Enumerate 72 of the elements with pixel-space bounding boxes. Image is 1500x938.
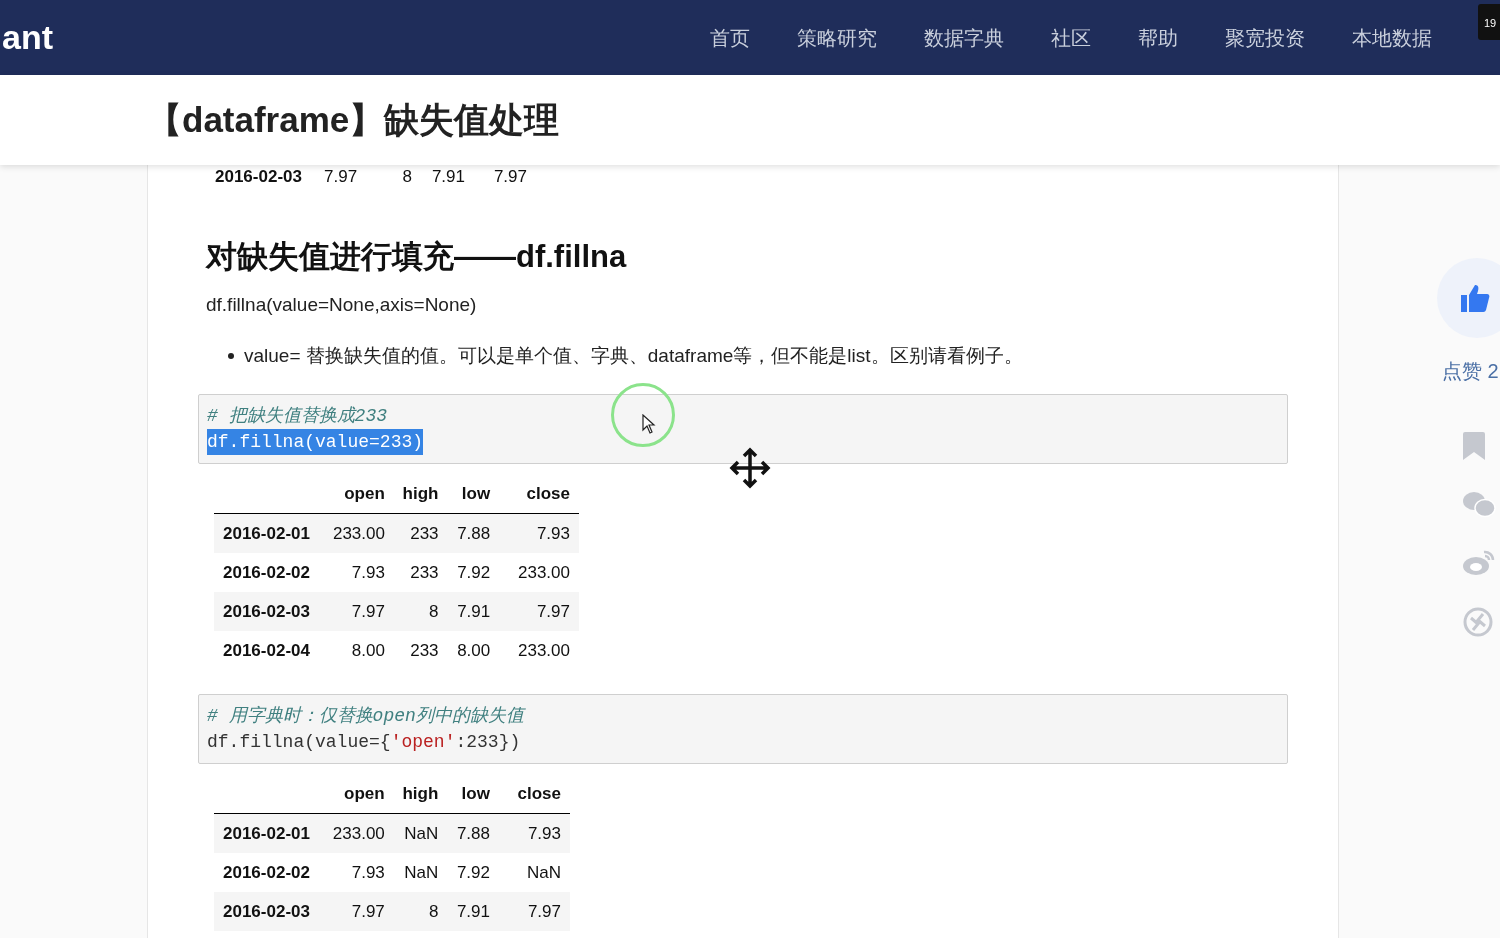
bookmark-icon[interactable] (1462, 432, 1486, 460)
table-cell-text: 7.92 (455, 861, 491, 884)
table-cell-text: NaN (403, 822, 440, 845)
row-index: 2016-02-03 (222, 600, 311, 623)
table-cell-text: 233 (409, 639, 440, 662)
table-cell-text: 7.93 (350, 861, 386, 884)
table-cell-text: NaN (525, 861, 562, 884)
row-index: 2016-02-04 (222, 639, 311, 662)
table-cell-text: 7.97 (492, 166, 528, 189)
table-cell-text: 8.00 (350, 639, 386, 662)
thumbs-up-icon (1459, 283, 1491, 313)
column-header: high (401, 782, 440, 805)
table-cell-text: 7.97 (350, 900, 386, 923)
code-line: df.fillna(value={'open':233}) (207, 731, 521, 754)
nav-link[interactable]: 聚宽投资 (1225, 22, 1305, 53)
function-signature: df.fillna(value=None,axis=None) (206, 293, 478, 317)
like-count: 点赞 2 (1442, 359, 1499, 384)
site-logo[interactable]: ant (2, 12, 53, 63)
table-cell-text: NaN (403, 861, 440, 884)
table-cell-text: 7.91 (455, 900, 491, 923)
table-cell-text: 7.92 (456, 561, 492, 584)
table-cell-text: 7.93 (350, 561, 386, 584)
table-cell-text: 233.00 (517, 561, 571, 584)
table-cell-text: 233.00 (331, 822, 386, 845)
table-cell-text: 7.97 (324, 166, 359, 189)
code-comment: # 用字典时：仅替换open列中的缺失值 (207, 705, 524, 728)
column-header: open (343, 782, 386, 805)
column-header: close (525, 482, 571, 505)
table-cell-text: 7.97 (350, 600, 386, 623)
nav-link[interactable]: 策略研究 (797, 22, 877, 53)
table-cell-text: 8.00 (456, 639, 492, 662)
chat-bubbles-icon[interactable] (1462, 490, 1496, 518)
column-header: close (516, 782, 562, 805)
table-cell-text: 7.97 (526, 900, 562, 923)
table-cell-text: 8 (427, 900, 440, 923)
table-cell-text: 7.97 (535, 600, 571, 623)
row-index: 2016-02-03 (222, 900, 311, 923)
table-cell-text: 7.93 (535, 522, 571, 545)
table-cell-text: 8 (428, 600, 440, 623)
table-cell-text: 233.00 (331, 522, 386, 545)
cursor-icon (642, 414, 656, 434)
counter-badge: 19 (1478, 4, 1500, 40)
table-cell-text: 233 (409, 522, 440, 545)
section-heading: 对缺失值进行填充——df.fillna (206, 238, 628, 276)
table-cell-text: 7.93 (526, 822, 562, 845)
table-cell-text: 233 (409, 561, 440, 584)
column-header: low (460, 782, 491, 805)
row-index: 2016-02-01 (222, 822, 311, 845)
row-index: 2016-02-01 (222, 522, 311, 545)
nav-link[interactable]: 社区 (1051, 22, 1091, 53)
column-header: high (401, 482, 440, 505)
table-cell-text: 8 (401, 166, 413, 189)
table-cell-text: 233.00 (517, 639, 571, 662)
table-cell-text: 7.91 (456, 600, 492, 623)
table-cell-text: 7.91 (430, 166, 466, 189)
row-index: 2016-02-02 (222, 561, 311, 584)
nav-link[interactable]: 首页 (710, 22, 750, 53)
table-cell-text: 7.88 (456, 522, 492, 545)
row-index: 2016-02-02 (222, 861, 311, 884)
like-button[interactable] (1437, 258, 1500, 338)
bullet-text: value= 替换缺失值的值。可以是单个值、字典、dataframe等，但不能是list。区别请看例子。 (244, 343, 1023, 368)
page-title: 【dataframe】缺失值处理 (147, 98, 560, 141)
column-header: open (343, 482, 386, 505)
nav-link[interactable]: 数据字典 (924, 22, 1004, 53)
column-header: low (460, 482, 492, 505)
move-icon (729, 447, 771, 489)
nav-link[interactable]: 本地数据 (1352, 22, 1432, 53)
bullet-icon (228, 352, 234, 359)
nav-link[interactable]: 帮助 (1138, 22, 1178, 53)
table-cell-text: 7.88 (455, 822, 491, 845)
code-comment: # 把缺失值替换成233 (207, 405, 387, 428)
row-index: 2016-02-03 (214, 166, 303, 189)
